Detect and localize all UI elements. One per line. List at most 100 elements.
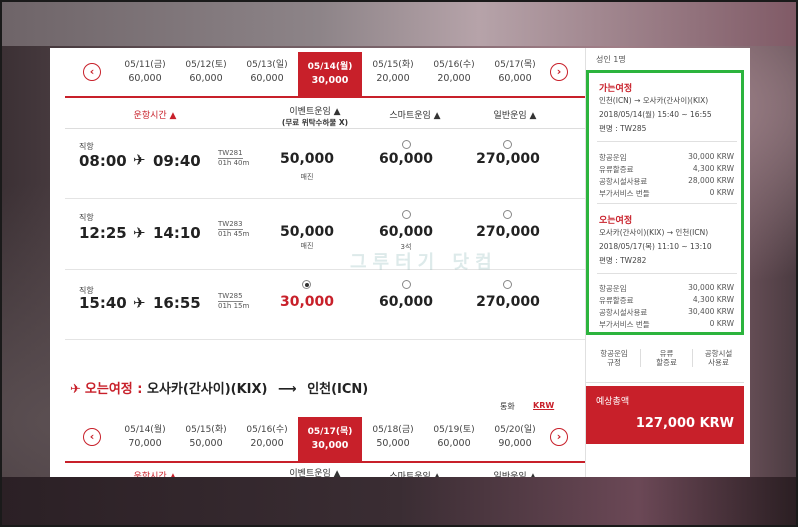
currency-label: 통화: [500, 402, 515, 411]
outbound-summary-title: 가는여정: [599, 84, 633, 94]
flight-number[interactable]: TW283: [218, 220, 243, 230]
sort-event-header[interactable]: 이벤트운임 ▲ (무료 위탁수하물 X): [260, 104, 370, 128]
date-price: 60,000: [189, 73, 223, 84]
flight-number[interactable]: TW281: [218, 149, 243, 159]
flight-row: 직항 08:00 ✈ 09:40 TW281 01h 40m 50,000 매진…: [65, 129, 610, 199]
header-sublabel: (무료 위탁수하물 X): [281, 118, 349, 127]
date-tab[interactable]: 05/11(금) 60,000: [115, 50, 175, 96]
fee-name: 항공운임: [599, 153, 627, 162]
normal-fare: 270,000: [476, 294, 540, 310]
date-price: 30,000: [311, 440, 349, 451]
date-tab[interactable]: 05/12(토) 60,000: [176, 50, 236, 96]
outbound-summary-flight: 편명 : TW285: [599, 124, 647, 133]
chevron-right-icon[interactable]: ›: [550, 428, 568, 446]
flight-number[interactable]: TW285: [218, 292, 243, 302]
currency-select[interactable]: KRW: [533, 401, 554, 410]
date-tab[interactable]: 05/14(월) 70,000: [115, 415, 175, 461]
airplane-icon: ✈: [133, 294, 146, 312]
chevron-left-icon[interactable]: ‹: [83, 428, 101, 446]
return-destination: 인천(ICN): [307, 382, 369, 397]
fee-info-buttons: 항공운임 규정 유류 할증료 공항시설 사용료: [586, 343, 744, 383]
date-label: 05/11(금): [124, 60, 166, 70]
fare-rules-button[interactable]: 항공운임 규정: [588, 349, 640, 367]
button-label: 규정: [607, 358, 621, 367]
fee-name: 항공운임: [599, 284, 627, 293]
smart-fare-radio[interactable]: [402, 140, 411, 149]
fee-name: 부가서비스 번들: [599, 320, 650, 329]
event-fare-radio-selected[interactable]: [302, 280, 311, 289]
fee-value: 4,300 KRW: [692, 164, 734, 173]
sort-time-header[interactable]: 운항시간 ▲: [110, 469, 200, 477]
return-summary-datetime: 2018/05/17(목) 11:10 ~ 13:10: [599, 242, 712, 251]
chevron-right-icon[interactable]: ›: [550, 63, 568, 81]
date-tab[interactable]: 05/19(토) 60,000: [424, 415, 484, 461]
fee-line: 항공운임 30,000 KRW: [599, 283, 734, 294]
date-tab[interactable]: 05/15(화) 50,000: [176, 415, 236, 461]
normal-fare: 270,000: [476, 224, 540, 240]
button-label: 공항시설: [704, 349, 733, 358]
fee-line: 공항시설사용료 28,000 KRW: [599, 176, 734, 187]
departure-time: 08:00: [79, 152, 127, 170]
fee-value: 0 KRW: [709, 188, 734, 197]
date-price: 20,000: [376, 73, 410, 84]
date-tab[interactable]: 05/16(수) 20,000: [237, 415, 297, 461]
outbound-summary-datetime: 2018/05/14(월) 15:40 ~ 16:55: [599, 110, 712, 119]
event-fare: 50,000: [279, 224, 335, 240]
date-label: 05/13(일): [246, 60, 288, 70]
fuel-surcharge-button[interactable]: 유류 할증료: [640, 349, 692, 367]
smart-fare-radio[interactable]: [402, 280, 411, 289]
fee-name: 부가서비스 번들: [599, 189, 650, 198]
header-label: 이벤트운임 ▲: [289, 107, 341, 117]
date-label: 05/15(화): [185, 425, 227, 435]
normal-fare-radio[interactable]: [503, 140, 512, 149]
date-price: 60,000: [437, 438, 471, 449]
button-label: 할증료: [656, 358, 677, 367]
date-tab-selected[interactable]: 05/17(목) 30,000: [298, 417, 362, 461]
estimated-total-box: 예상총액 127,000 KRW: [586, 386, 744, 444]
normal-fare-radio[interactable]: [503, 210, 512, 219]
sort-normal-header[interactable]: 일반운임 ▲: [460, 469, 570, 477]
date-label: 05/14(월): [124, 425, 166, 435]
date-tab[interactable]: 05/18(금) 50,000: [363, 415, 423, 461]
fee-line: 부가서비스 번들 0 KRW: [599, 188, 734, 199]
date-price: 20,000: [250, 438, 284, 449]
airplane-icon: ✈: [70, 382, 81, 397]
fare-summary-sidebar: 성인 1명 가는여정 인천(ICN) → 오사카(간사이)(KIX) 2018/…: [585, 48, 750, 477]
return-summary-title: 오는여정: [599, 216, 633, 226]
fee-line: 항공운임 30,000 KRW: [599, 152, 734, 163]
date-tab[interactable]: 05/16(수) 20,000: [424, 50, 484, 96]
airport-fee-button[interactable]: 공항시설 사용료: [692, 349, 744, 367]
airplane-icon: ✈: [133, 224, 146, 242]
background-top: [0, 0, 798, 46]
date-price: 60,000: [498, 73, 532, 84]
date-price: 50,000: [376, 438, 410, 449]
date-tab[interactable]: 05/13(일) 60,000: [237, 50, 297, 96]
fee-value: 4,300 KRW: [692, 295, 734, 304]
date-price: 70,000: [128, 438, 162, 449]
sort-smart-header[interactable]: 스마트운임 ▲: [360, 469, 470, 477]
button-label: 유류: [659, 349, 674, 358]
date-tab[interactable]: 05/17(목) 60,000: [485, 50, 545, 96]
date-tab[interactable]: 05/15(화) 20,000: [363, 50, 423, 96]
smart-fare: 60,000: [378, 294, 434, 310]
outbound-summary-route: 인천(ICN) → 오사카(간사이)(KIX): [599, 96, 709, 105]
normal-fare-radio[interactable]: [503, 280, 512, 289]
arrow-right-icon: ⟶: [278, 382, 297, 397]
event-fare: 50,000: [279, 151, 335, 167]
fee-value: 30,000 KRW: [688, 152, 734, 161]
sort-event-header[interactable]: 이벤트운임 ▲: [260, 466, 370, 477]
date-tab[interactable]: 05/20(일) 90,000: [485, 415, 545, 461]
fee-value: 28,000 KRW: [688, 176, 734, 185]
divider: [597, 141, 737, 142]
arrival-time: 09:40: [153, 152, 201, 170]
smart-fare: 60,000: [378, 224, 434, 240]
chevron-left-icon[interactable]: ‹: [83, 63, 101, 81]
background-bottom: [0, 477, 798, 527]
date-label: 05/18(금): [372, 425, 414, 435]
button-label: 사용료: [708, 358, 729, 367]
smart-fare-radio[interactable]: [402, 210, 411, 219]
date-label: 05/14(월): [307, 62, 353, 72]
date-price: 30,000: [311, 75, 349, 86]
date-tab-selected[interactable]: 05/14(월) 30,000: [298, 52, 362, 96]
date-label: 05/20(일): [494, 425, 536, 435]
